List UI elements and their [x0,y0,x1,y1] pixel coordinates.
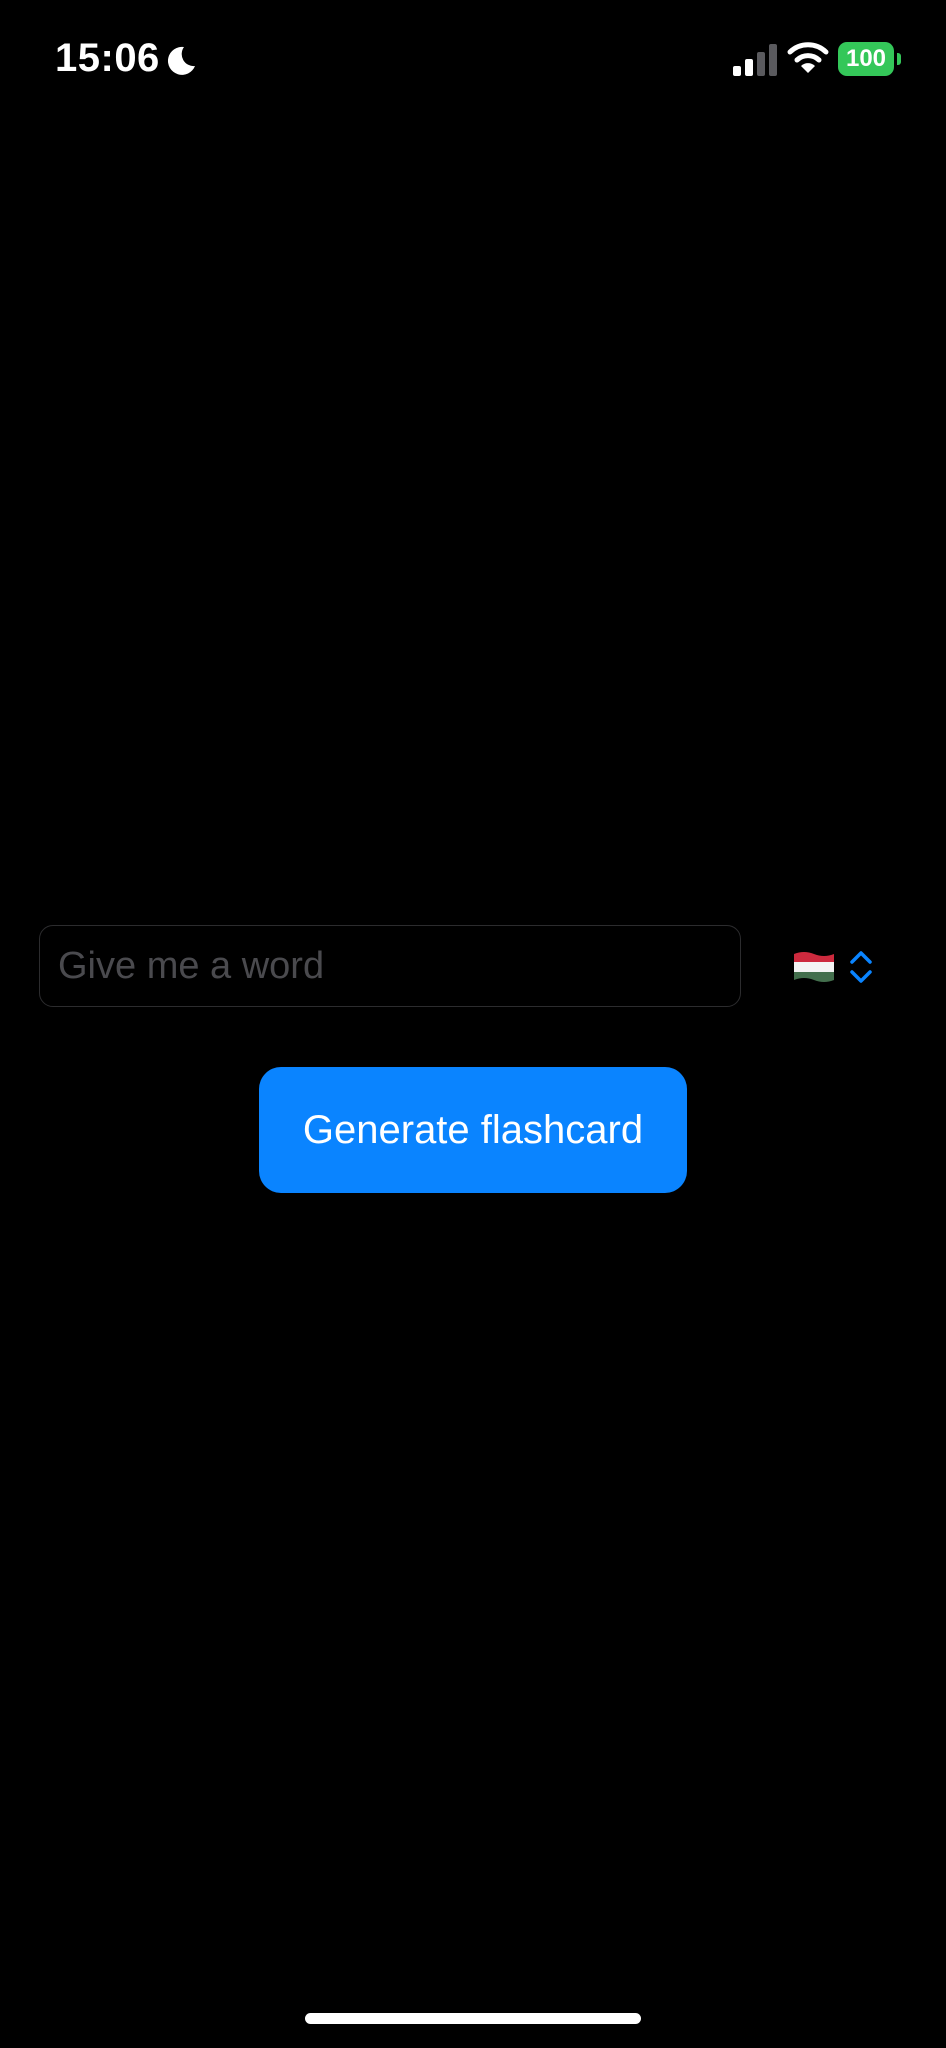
language-picker[interactable] [792,944,884,990]
battery-indicator: 100 [838,42,902,76]
word-input[interactable] [39,925,741,1007]
wifi-icon [787,42,829,73]
moon-icon [167,46,195,75]
cellular-signal-icon [733,44,777,76]
generate-flashcard-label: Generate flashcard [302,1107,644,1152]
battery-level: 100 [838,42,894,76]
battery-nub [897,53,901,65]
chevron-up-down-icon [850,951,872,983]
status-bar: 15:06 100 [0,0,946,120]
generate-flashcard-button[interactable]: Generate flashcard [259,1067,687,1193]
home-indicator[interactable] [305,2013,641,2024]
status-time: 15:06 [55,36,160,80]
hungary-flag-icon [794,952,834,982]
